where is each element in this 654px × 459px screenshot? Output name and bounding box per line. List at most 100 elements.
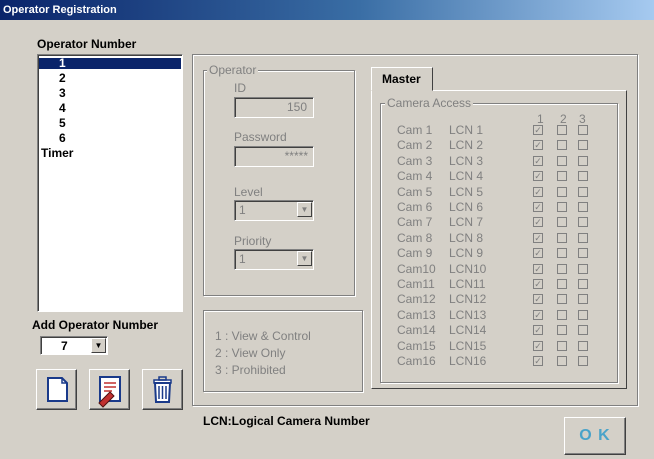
level-select[interactable]: 1 ▼ <box>234 200 314 221</box>
access-checkbox-col2[interactable] <box>557 202 567 212</box>
legend-line-2: 2 : View Only <box>215 346 286 360</box>
access-checkbox-col3[interactable] <box>578 279 588 289</box>
access-checkbox-col3[interactable] <box>578 217 588 228</box>
list-item[interactable]: 4 <box>39 101 181 115</box>
password-value: ***** <box>284 149 308 163</box>
access-checkbox-col2[interactable] <box>557 294 567 305</box>
access-checkbox-col3[interactable] <box>578 294 588 305</box>
list-item[interactable]: 3 <box>39 86 181 100</box>
list-item-label: 4 <box>59 101 66 115</box>
access-checkbox-col3[interactable] <box>578 309 588 320</box>
camera-row: Cam 8 LCN 8 ✓ <box>397 231 607 245</box>
access-checkbox-col2[interactable] <box>557 232 567 243</box>
access-checkbox-col3[interactable] <box>578 356 588 366</box>
access-checkbox-col3[interactable] <box>578 155 588 166</box>
window-title: Operator Registration <box>3 4 117 16</box>
priority-value: 1 <box>239 252 246 266</box>
access-checkbox-col3[interactable] <box>578 186 588 197</box>
access-checkbox-col3[interactable] <box>578 263 588 274</box>
chevron-down-icon[interactable]: ▼ <box>297 251 312 266</box>
lcn-name: LCN16 <box>449 354 487 368</box>
camera-row: Cam13 LCN13 ✓ <box>397 308 607 322</box>
list-item[interactable]: 6 <box>39 132 181 144</box>
access-checkbox-col1[interactable]: ✓ <box>533 325 543 336</box>
lcn-name: LCN 3 <box>449 153 484 168</box>
camera-name: Cam 8 <box>397 230 433 245</box>
access-checkbox-col1[interactable]: ✓ <box>533 340 543 351</box>
access-checkbox-col2[interactable] <box>557 325 567 336</box>
access-checkbox-col3[interactable] <box>578 325 588 336</box>
list-item[interactable]: 5 <box>39 116 181 130</box>
access-checkbox-col3[interactable] <box>578 232 588 243</box>
list-item-label: 5 <box>59 116 66 130</box>
delete-operator-button[interactable] <box>142 369 183 410</box>
operator-list[interactable]: 1 2 3 4 5 6 Timer <box>37 54 183 312</box>
access-checkbox-col1[interactable]: ✓ <box>533 217 543 228</box>
tab-master[interactable]: Master <box>371 67 433 91</box>
access-checkbox-col2[interactable] <box>557 309 567 320</box>
access-checkbox-col2[interactable] <box>557 171 567 182</box>
access-checkbox-col1[interactable]: ✓ <box>533 171 543 182</box>
lcn-name: LCN14 <box>449 323 487 338</box>
camera-row: Cam 3 LCN 3 ✓ <box>397 154 607 168</box>
priority-select[interactable]: 1 ▼ <box>234 249 314 270</box>
password-field[interactable]: ***** <box>234 146 314 167</box>
camera-name: Cam 4 <box>397 169 433 184</box>
list-item-label: 3 <box>59 86 66 100</box>
access-checkbox-col2[interactable] <box>557 340 567 351</box>
camera-row: Cam 6 LCN 6 ✓ <box>397 200 607 214</box>
access-checkbox-col3[interactable] <box>578 125 588 135</box>
camera-row: Cam16 LCN16 ✓ <box>397 354 607 368</box>
access-checkbox-col1[interactable]: ✓ <box>533 309 543 320</box>
access-checkbox-col1[interactable]: ✓ <box>533 248 543 259</box>
access-checkbox-col2[interactable] <box>557 140 567 151</box>
access-checkbox-col1[interactable]: ✓ <box>533 155 543 166</box>
access-checkbox-col3[interactable] <box>578 248 588 259</box>
access-checkbox-col1[interactable]: ✓ <box>533 125 543 135</box>
title-bar[interactable]: Operator Registration <box>0 0 654 20</box>
add-operator-select[interactable]: 7 ▼ <box>40 336 108 355</box>
access-checkbox-col2[interactable] <box>557 155 567 166</box>
access-checkbox-col3[interactable] <box>578 171 588 182</box>
access-checkbox-col1[interactable]: ✓ <box>533 279 543 289</box>
camera-name: Cam 3 <box>397 153 433 168</box>
priority-label: Priority <box>234 234 272 248</box>
edit-operator-button[interactable] <box>89 369 130 410</box>
access-checkbox-col1[interactable]: ✓ <box>533 140 543 151</box>
list-item[interactable]: 2 <box>39 72 181 84</box>
access-checkbox-col1[interactable]: ✓ <box>533 232 543 243</box>
camera-name: Cam11 <box>397 277 435 291</box>
access-checkbox-col3[interactable] <box>578 202 588 212</box>
access-checkbox-col3[interactable] <box>578 140 588 151</box>
access-checkbox-col1[interactable]: ✓ <box>533 202 543 212</box>
lcn-name: LCN13 <box>449 307 487 322</box>
trash-icon <box>153 376 172 403</box>
access-checkbox-col2[interactable] <box>557 217 567 228</box>
lcn-name: LCN 9 <box>449 246 484 261</box>
camera-name: Cam16 <box>397 354 436 368</box>
access-checkbox-col2[interactable] <box>557 356 567 366</box>
access-checkbox-col2[interactable] <box>557 263 567 274</box>
access-checkbox-col2[interactable] <box>557 248 567 259</box>
id-field[interactable]: 150 <box>234 97 314 118</box>
new-operator-button[interactable] <box>36 369 77 410</box>
ok-button[interactable]: O K <box>564 417 626 455</box>
chevron-down-icon[interactable]: ▼ <box>297 202 312 217</box>
access-checkbox-col1[interactable]: ✓ <box>533 186 543 197</box>
camera-row: Cam 5 LCN 5 ✓ <box>397 185 607 199</box>
camera-row: Cam14 LCN14 ✓ <box>397 323 607 337</box>
access-checkbox-col2[interactable] <box>557 125 567 135</box>
access-checkbox-col1[interactable]: ✓ <box>533 356 543 366</box>
access-checkbox-col1[interactable]: ✓ <box>533 263 543 274</box>
access-checkbox-col2[interactable] <box>557 279 567 289</box>
lcn-name: LCN12 <box>449 292 487 307</box>
camera-row: Cam10 LCN10 ✓ <box>397 262 607 276</box>
access-checkbox-col1[interactable]: ✓ <box>533 294 543 305</box>
list-item[interactable]: Timer <box>39 147 181 159</box>
camera-name: Cam12 <box>397 292 436 307</box>
list-item[interactable]: 1 <box>39 57 181 69</box>
access-checkbox-col3[interactable] <box>578 340 588 351</box>
lcn-name: LCN 5 <box>449 184 484 199</box>
access-checkbox-col2[interactable] <box>557 186 567 197</box>
chevron-down-icon[interactable]: ▼ <box>91 338 106 353</box>
